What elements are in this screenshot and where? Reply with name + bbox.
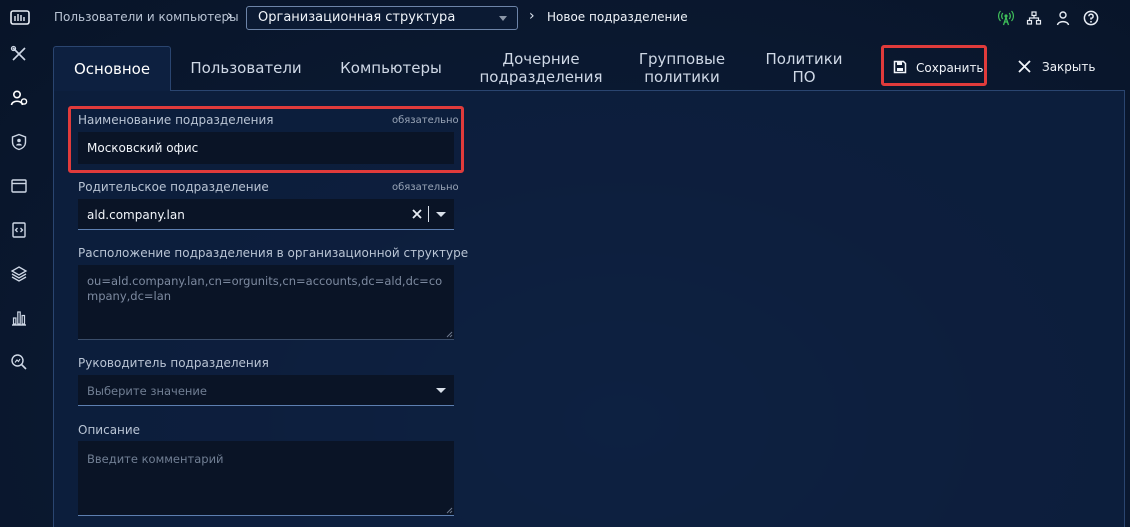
parent-select[interactable]: ald.company.lan: [78, 199, 454, 230]
code-file-icon[interactable]: [10, 221, 28, 239]
resize-handle-icon[interactable]: [446, 507, 453, 514]
manager-field-label: Руководитель подразделения: [78, 356, 269, 370]
chevron-down-icon: [499, 16, 507, 21]
tab-main[interactable]: Основное: [53, 46, 171, 91]
clear-icon[interactable]: [412, 209, 422, 219]
tab-child-units[interactable]: Дочерние подразделения: [476, 46, 606, 90]
org-tree-icon[interactable]: [1026, 10, 1042, 26]
breadcrumb-root[interactable]: Пользователи и компьютеры: [54, 10, 239, 24]
chevron-down-icon[interactable]: [436, 212, 446, 217]
user-icon[interactable]: [1055, 10, 1071, 26]
tab-computers[interactable]: Компьютеры: [336, 46, 446, 90]
top-bar: Пользователи и компьютеры › Организацион…: [0, 0, 1130, 36]
save-button-label: Сохранить: [916, 61, 984, 75]
name-field-value: Московский офис: [87, 141, 199, 155]
name-field-label: Наименование подразделения: [78, 113, 274, 127]
search-chart-icon[interactable]: [10, 353, 28, 371]
manager-select[interactable]: Выберите значение: [78, 375, 454, 406]
description-textarea[interactable]: Введите комментарий: [78, 441, 454, 516]
location-value: ou=ald.company.lan,cn=orgunits,cn=accoun…: [87, 274, 443, 303]
app-logo-icon[interactable]: [10, 9, 30, 27]
parent-select-value: ald.company.lan: [87, 208, 185, 222]
parent-field-label: Родительское подразделение: [78, 180, 269, 194]
close-icon: [1018, 60, 1031, 73]
help-icon[interactable]: [1083, 10, 1099, 26]
tab-group-policies[interactable]: Групповые политики: [626, 46, 738, 90]
tab-software-policies[interactable]: Политики ПО: [758, 46, 850, 90]
users-icon[interactable]: [10, 89, 28, 107]
save-button[interactable]: Сохранить: [881, 45, 987, 86]
description-placeholder: Введите комментарий: [87, 452, 224, 466]
tools-icon[interactable]: [10, 45, 28, 63]
tab-users[interactable]: Пользователи: [186, 46, 306, 90]
close-button[interactable]: Закрыть: [1012, 56, 1112, 78]
section-select-value: Организационная структура: [258, 10, 456, 25]
shield-user-icon[interactable]: [10, 133, 28, 151]
name-field[interactable]: Московский офис: [78, 132, 454, 164]
breadcrumb-current: Новое подразделение: [547, 10, 688, 24]
name-required-note: обязательно: [392, 115, 459, 126]
manager-select-placeholder: Выберите значение: [87, 384, 207, 398]
browser-window-icon[interactable]: [10, 177, 28, 195]
location-textarea: ou=ald.company.lan,cn=orgunits,cn=accoun…: [78, 265, 454, 340]
antenna-icon[interactable]: [998, 10, 1014, 26]
chevron-down-icon[interactable]: [436, 388, 446, 393]
location-field-label: Расположение подразделения в организацио…: [78, 246, 469, 260]
parent-required-note: обязательно: [392, 182, 459, 193]
save-icon: [893, 60, 907, 74]
section-select[interactable]: Организационная структура: [246, 6, 518, 30]
description-field-label: Описание: [78, 423, 141, 437]
select-divider: [428, 206, 429, 222]
close-button-label: Закрыть: [1042, 60, 1096, 74]
bar-chart-icon[interactable]: [10, 309, 28, 327]
layers-icon[interactable]: [10, 265, 28, 283]
resize-handle-icon[interactable]: [446, 331, 453, 338]
chevron-right-icon: ›: [529, 8, 535, 24]
chevron-right-icon: ›: [227, 8, 233, 24]
